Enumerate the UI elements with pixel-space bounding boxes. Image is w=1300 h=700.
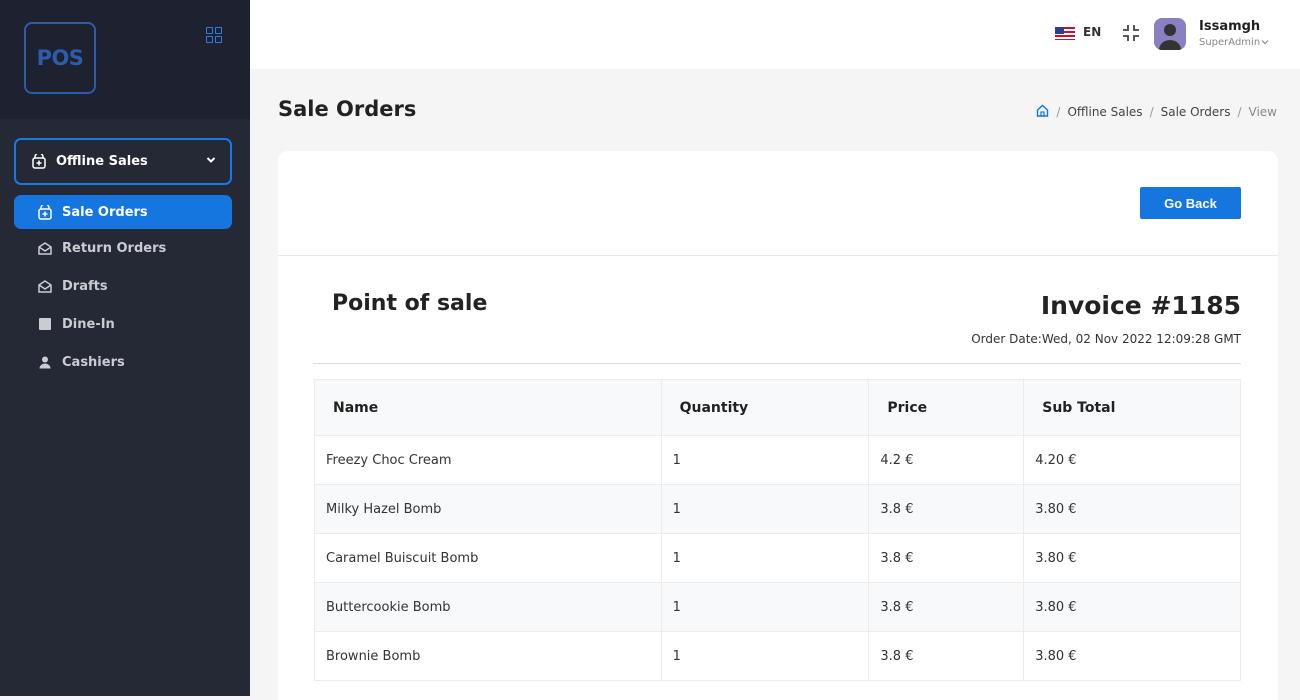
breadcrumb: / Offline Sales / Sale Orders / View (1036, 104, 1277, 120)
item-price: 3.8 € (868, 582, 1025, 632)
item-name: Brownie Bomb (314, 631, 662, 681)
item-name: Buttercookie Bomb (314, 582, 662, 632)
sidebar-item-return-orders[interactable]: Return Orders (14, 231, 232, 265)
plus-bag-icon (32, 154, 46, 169)
chevron-down-icon (206, 154, 216, 169)
sidebar-item-sale-orders[interactable]: Sale Orders (14, 195, 232, 229)
language-selector[interactable]: EN (1083, 25, 1101, 39)
square-icon (38, 317, 52, 331)
sidebar-item-label: Cashiers (62, 354, 125, 370)
item-name: Caramel Buiscuit Bomb (314, 533, 662, 583)
breadcrumb-separator: / (1056, 105, 1061, 119)
sidebar-item-drafts[interactable]: Drafts (14, 269, 232, 303)
column-header-name: Name (314, 379, 662, 436)
table-row: Buttercookie Bomb 1 3.8 € 3.80 € (314, 582, 1241, 632)
item-quantity: 1 (660, 631, 870, 681)
table-row: Caramel Buiscuit Bomb 1 3.8 € 3.80 € (314, 533, 1241, 583)
item-price: 4.2 € (868, 435, 1025, 485)
card-header: Go Back (278, 151, 1278, 256)
avatar[interactable] (1154, 18, 1186, 50)
envelope-open-icon (38, 279, 52, 293)
home-icon[interactable] (1036, 104, 1049, 120)
item-quantity: 1 (660, 533, 870, 583)
plus-bag-icon (38, 204, 52, 220)
exit-fullscreen-icon[interactable] (1121, 23, 1141, 43)
invoice-card: Go Back Point of sale Invoice #1185 Orde… (278, 151, 1278, 700)
menu-group-offline-sales[interactable]: Offline Sales (14, 138, 232, 185)
logo[interactable]: POS (24, 22, 96, 94)
breadcrumb-offline-sales[interactable]: Offline Sales (1067, 105, 1142, 119)
item-quantity: 1 (660, 484, 870, 534)
sidebar-item-label: Dine-In (62, 316, 115, 332)
item-price: 3.8 € (868, 631, 1025, 681)
sidebar-item-label: Sale Orders (62, 204, 148, 220)
item-sub-total: 3.80 € (1023, 631, 1241, 681)
table-row: Freezy Choc Cream 1 4.2 € 4.20 € (314, 435, 1241, 485)
item-name: Milky Hazel Bomb (314, 484, 662, 534)
us-flag-icon[interactable] (1055, 26, 1075, 40)
grid-icon[interactable] (206, 27, 222, 43)
breadcrumb-sale-orders[interactable]: Sale Orders (1161, 105, 1231, 119)
page-title: Sale Orders (278, 97, 417, 121)
invoice-title: Invoice #1185 (1040, 291, 1241, 320)
table-row: Brownie Bomb 1 3.8 € 3.80 € (314, 631, 1241, 681)
breadcrumb-separator: / (1237, 105, 1242, 119)
item-price: 3.8 € (868, 484, 1025, 534)
breadcrumb-separator: / (1149, 105, 1154, 119)
table-header-row: Name Quantity Price Sub Total (314, 379, 1241, 436)
envelope-open-icon (38, 241, 52, 255)
sidebar-item-cashiers[interactable]: Cashiers (14, 345, 232, 379)
column-header-price: Price (868, 379, 1025, 436)
sidebar-item-label: Drafts (62, 278, 108, 294)
top-header: EN Issamgh SuperAdmin (250, 0, 1300, 69)
table-row: Milky Hazel Bomb 1 3.8 € 3.80 € (314, 484, 1241, 534)
breadcrumb-current: View (1248, 105, 1277, 119)
item-sub-total: 3.80 € (1023, 533, 1241, 583)
item-sub-total: 4.20 € (1023, 435, 1241, 485)
item-sub-total: 3.80 € (1023, 582, 1241, 632)
item-quantity: 1 (660, 582, 870, 632)
user-role[interactable]: SuperAdmin (1199, 37, 1269, 48)
sidebar: POS Offline Sales Sale Orders Return Ord… (0, 0, 250, 696)
column-header-quantity: Quantity (660, 379, 870, 436)
go-back-button[interactable]: Go Back (1140, 187, 1241, 219)
item-sub-total: 3.80 € (1023, 484, 1241, 534)
column-header-sub-total: Sub Total (1023, 379, 1241, 436)
item-price: 3.8 € (868, 533, 1025, 583)
item-quantity: 1 (660, 435, 870, 485)
shop-name: Point of sale (332, 291, 488, 316)
order-date: Order Date:Wed, 02 Nov 2022 12:09:28 GMT (971, 332, 1241, 346)
user-name[interactable]: Issamgh (1199, 19, 1260, 34)
menu-group-label: Offline Sales (56, 154, 148, 169)
divider (313, 363, 1241, 364)
item-name: Freezy Choc Cream (314, 435, 662, 485)
sidebar-item-dine-in[interactable]: Dine-In (14, 307, 232, 341)
sidebar-item-label: Return Orders (62, 240, 167, 256)
sidebar-brand: POS (0, 0, 250, 119)
user-icon (38, 355, 52, 369)
order-items-table: Name Quantity Price Sub Total Freezy Cho… (314, 379, 1241, 681)
chevron-down-icon (1261, 40, 1269, 45)
